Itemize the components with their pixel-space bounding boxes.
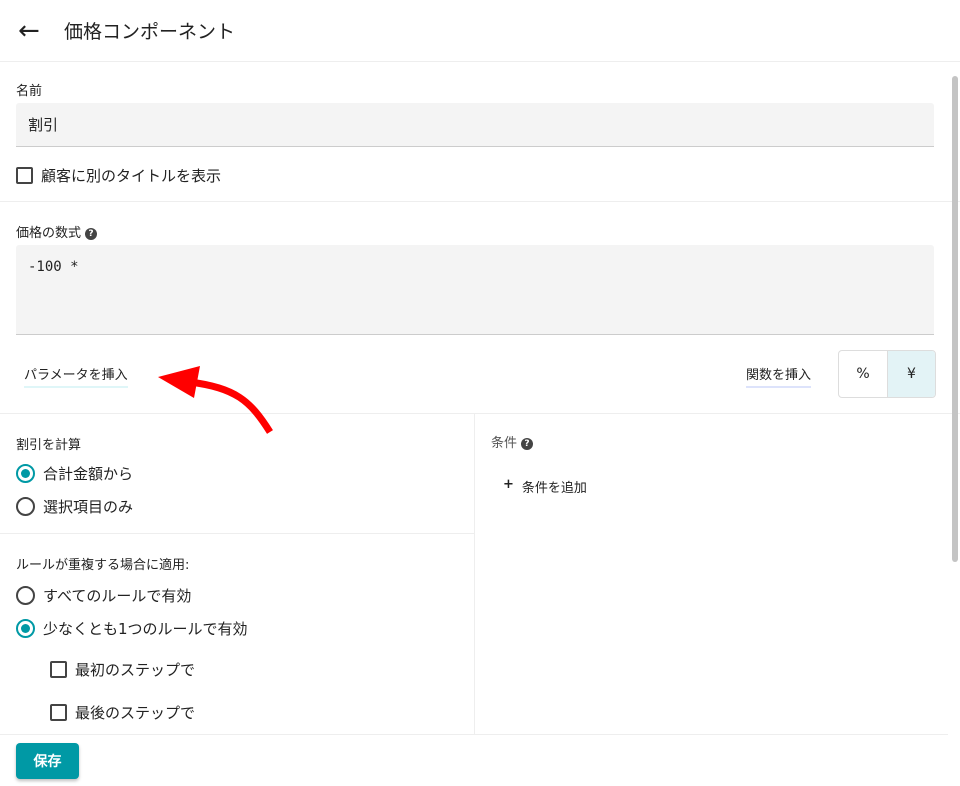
custom-title-checkbox[interactable]: 顧客に別のタイトルを表示 — [16, 165, 944, 186]
overlap-section: ルールが重複する場合に適用: すべてのルールで有効 少なくとも1つのルールで有効… — [0, 534, 474, 723]
calc-section: 割引を計算 合計金額から 選択項目のみ — [0, 414, 474, 534]
radio-icon — [16, 586, 35, 605]
save-button[interactable]: 保存 — [16, 743, 79, 779]
name-label: 名前 — [16, 84, 43, 99]
checkbox-icon — [50, 704, 67, 721]
unit-toggle: % ¥ — [838, 350, 936, 398]
yen-button[interactable]: ¥ — [887, 351, 935, 397]
insert-function-link[interactable]: 関数を挿入 — [746, 364, 812, 388]
scrollbar[interactable] — [948, 62, 960, 734]
radio-checked-icon — [16, 619, 35, 638]
overlap-option-all[interactable]: すべてのルールで有効 — [16, 585, 458, 606]
custom-title-label: 顧客に別のタイトルを表示 — [41, 167, 222, 185]
calc-option-total[interactable]: 合計金額から — [16, 463, 458, 484]
help-icon[interactable]: ? — [85, 227, 98, 240]
first-step-checkbox[interactable]: 最初のステップで — [50, 659, 458, 680]
calc-option-selected[interactable]: 選択項目のみ — [16, 496, 458, 517]
scrollbar-thumb[interactable] — [952, 76, 958, 562]
header: ← 価格コンポーネント — [0, 0, 960, 62]
checkbox-icon — [50, 661, 67, 678]
conditions-section: 条件? + 条件を追加 — [491, 432, 587, 496]
arrow-left-icon[interactable]: ← — [18, 18, 48, 44]
last-step-checkbox[interactable]: 最後のステップで — [50, 702, 458, 723]
add-condition-button[interactable]: + 条件を追加 — [503, 477, 587, 496]
radio-checked-icon — [16, 464, 35, 483]
percent-button[interactable]: % — [839, 351, 887, 397]
calc-label: 割引を計算 — [16, 438, 82, 453]
formula-section: 価格の数式? -100 * パラメータを挿入 関数を挿入 % ¥ — [0, 202, 960, 414]
plus-icon: + — [503, 477, 514, 492]
checkbox-icon — [16, 167, 33, 184]
formula-input[interactable]: -100 * — [16, 245, 934, 335]
help-icon[interactable]: ? — [521, 437, 534, 450]
name-input[interactable]: 割引 — [16, 103, 934, 147]
name-section: 名前 割引 顧客に別のタイトルを表示 — [0, 62, 960, 202]
page-title: 価格コンポーネント — [64, 21, 236, 43]
radio-icon — [16, 497, 35, 516]
formula-label: 価格の数式? — [16, 222, 944, 241]
insert-parameter-link[interactable]: パラメータを挿入 — [24, 364, 128, 388]
footer-divider — [0, 734, 948, 735]
conditions-label: 条件? — [491, 432, 587, 451]
overlap-label: ルールが重複する場合に適用: — [16, 558, 190, 573]
left-panel: 割引を計算 合計金額から 選択項目のみ ルールが重複する場合に適用: すべてのル… — [0, 414, 475, 734]
overlap-option-any[interactable]: 少なくとも1つのルールで有効 — [16, 618, 458, 639]
